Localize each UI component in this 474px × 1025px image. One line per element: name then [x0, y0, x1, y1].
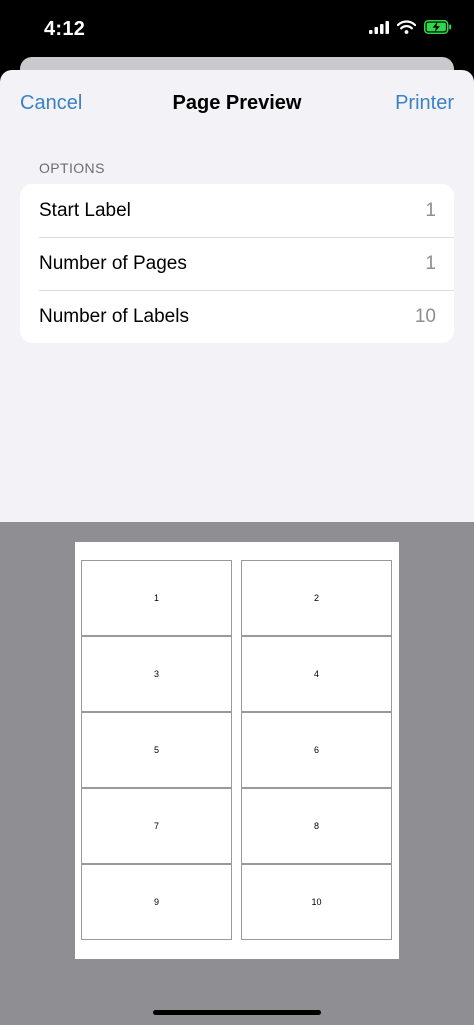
options-list: Start Label 1 Number of Pages 1 Number o…	[20, 184, 454, 343]
start-label-value: 1	[425, 200, 436, 221]
status-bar: 4:12	[0, 0, 474, 60]
label-cell: 9	[81, 864, 232, 940]
number-of-pages-value: 1	[425, 253, 436, 274]
status-time: 4:12	[44, 18, 86, 40]
start-label-label: Start Label	[39, 200, 131, 221]
label-cell: 4	[241, 636, 392, 712]
preview-area[interactable]: 1 2 3 4 5 6 7 8 9 10	[0, 522, 474, 1025]
start-label-row[interactable]: Start Label 1	[20, 184, 454, 237]
number-of-pages-label: Number of Pages	[39, 253, 187, 274]
number-of-labels-label: Number of Labels	[39, 306, 189, 327]
number-of-labels-value: 10	[414, 306, 436, 327]
label-cell: 6	[241, 712, 392, 788]
number-of-pages-row[interactable]: Number of Pages 1	[20, 237, 454, 290]
label-cell: 8	[241, 788, 392, 864]
label-sheet-preview: 1 2 3 4 5 6 7 8 9 10	[75, 542, 399, 959]
label-cell: 10	[241, 864, 392, 940]
number-of-labels-row[interactable]: Number of Labels 10	[20, 290, 454, 343]
home-indicator[interactable]	[153, 1010, 321, 1015]
printer-button[interactable]: Printer	[395, 92, 454, 115]
wifi-icon	[397, 20, 416, 34]
label-cell: 5	[81, 712, 232, 788]
cellular-signal-icon	[369, 20, 389, 34]
label-cell: 2	[241, 560, 392, 636]
battery-charging-icon	[424, 20, 452, 34]
label-cell: 3	[81, 636, 232, 712]
page-preview-sheet: Cancel Page Preview Printer OPTIONS Star…	[0, 70, 474, 1025]
status-icons	[369, 20, 452, 34]
options-section-header: OPTIONS	[39, 160, 105, 176]
navigation-bar: Cancel Page Preview Printer	[0, 70, 474, 138]
label-cell: 7	[81, 788, 232, 864]
label-cell: 1	[81, 560, 232, 636]
